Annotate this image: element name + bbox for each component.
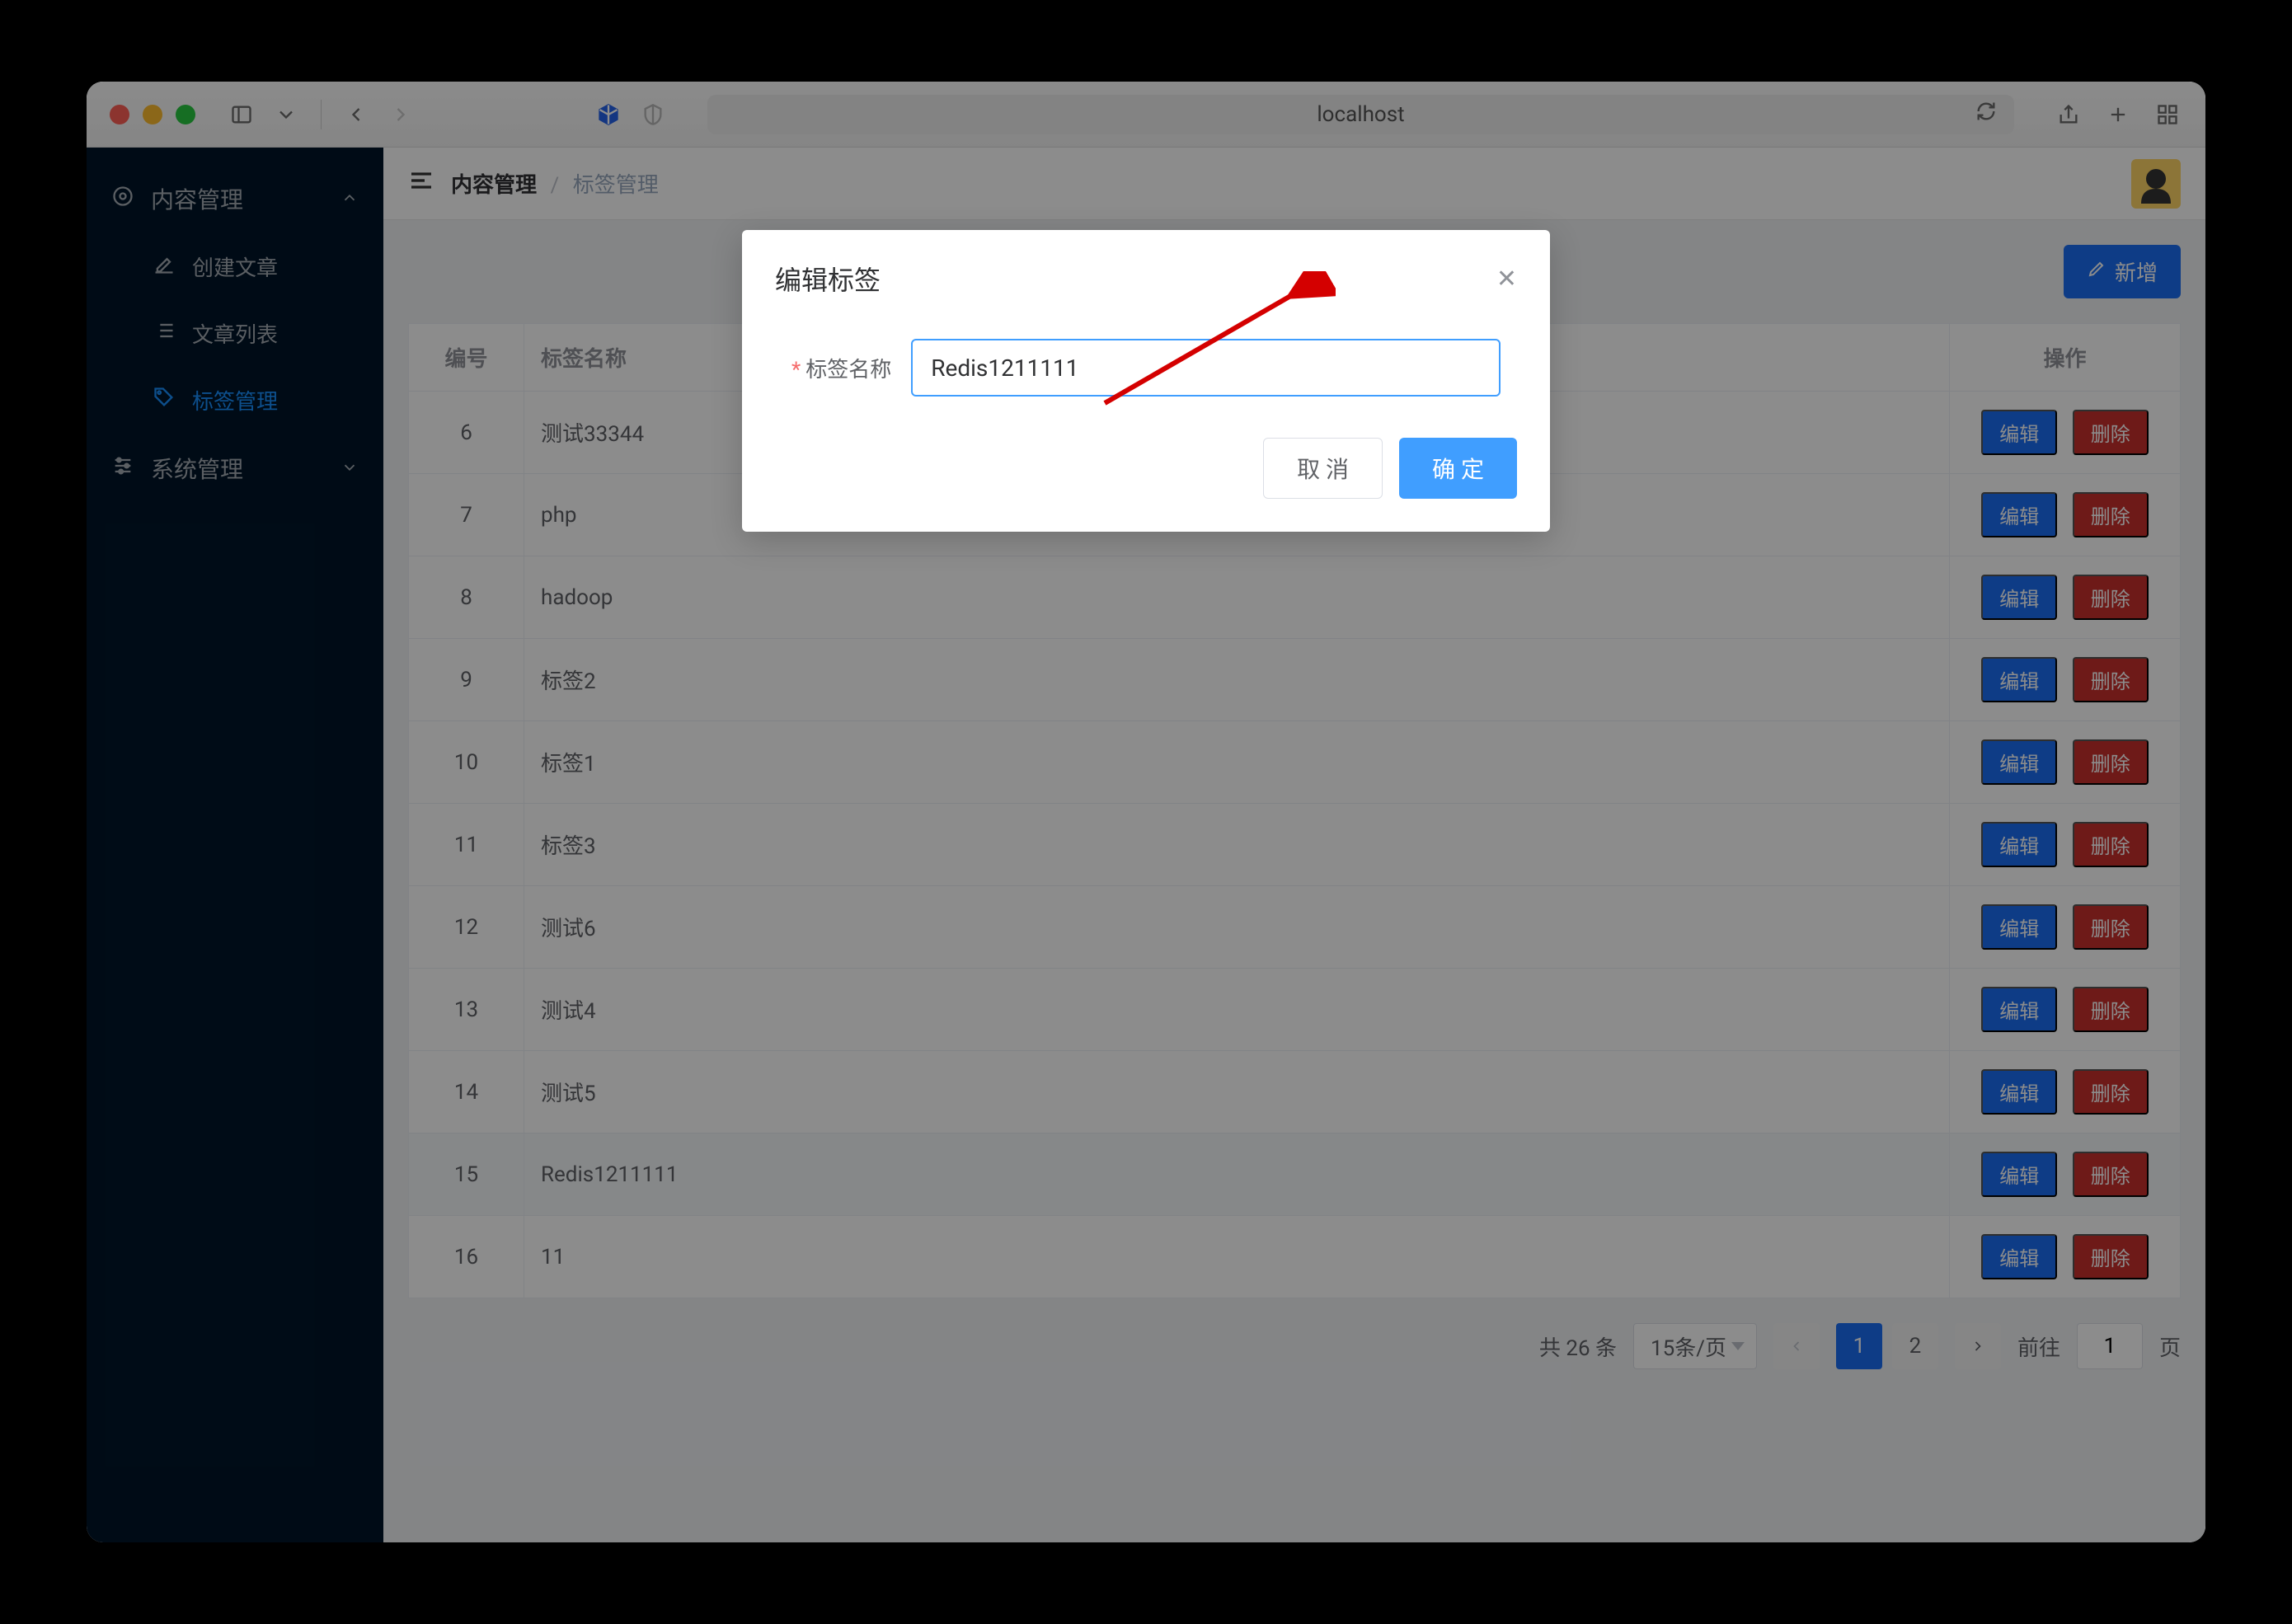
modal-body: *标签名称 [742,314,1550,413]
modal-header: 编辑标签 ✕ [742,230,1550,314]
modal-title: 编辑标签 [775,260,881,298]
close-icon[interactable]: ✕ [1496,265,1517,293]
tag-name-input[interactable] [911,339,1501,397]
modal-footer: 取 消 确 定 [742,413,1550,532]
form-row-name: *标签名称 [791,339,1501,397]
edit-tag-modal: 编辑标签 ✕ *标签名称 取 消 确 定 [742,230,1550,532]
browser-window: localhost 内容管理 创建文章 文章列表 [87,82,2205,1542]
modal-overlay[interactable]: 编辑标签 ✕ *标签名称 取 消 确 定 [87,82,2205,1542]
confirm-button[interactable]: 确 定 [1399,438,1517,499]
field-label: *标签名称 [791,353,891,383]
cancel-button[interactable]: 取 消 [1263,438,1383,499]
